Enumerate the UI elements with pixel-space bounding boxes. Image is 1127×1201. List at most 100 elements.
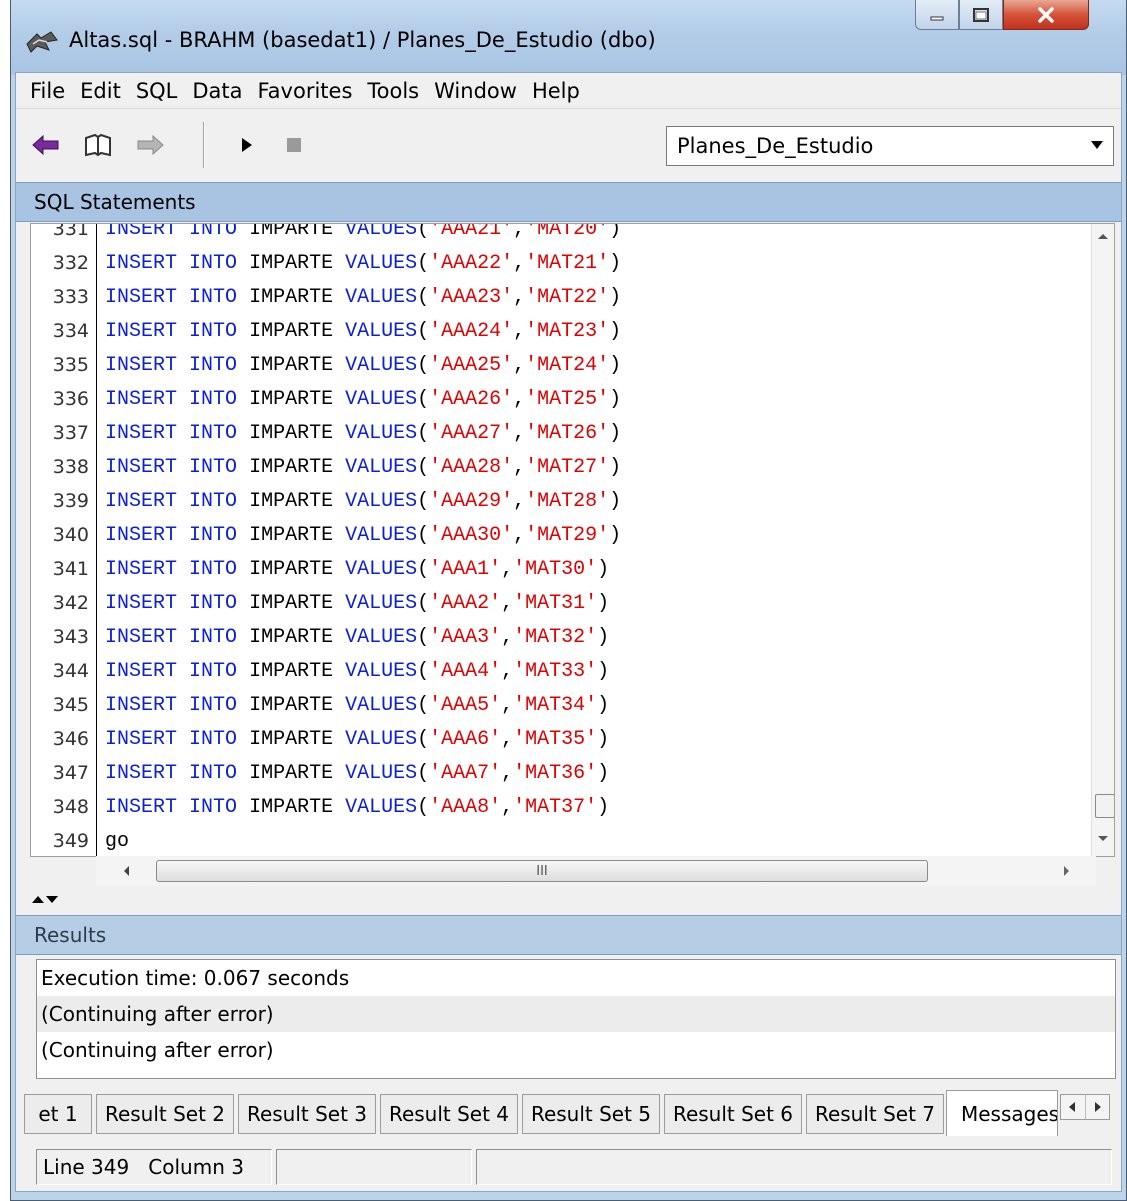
code-line[interactable]: 344 INSERT INTO IMPARTE VALUES('AAA4','MA…	[31, 654, 1091, 688]
chevron-down-icon[interactable]	[1091, 141, 1103, 149]
tab-result-set-6[interactable]: Result Set 6	[664, 1094, 802, 1134]
code-line[interactable]: 348 INSERT INTO IMPARTE VALUES('AAA8','MA…	[31, 790, 1091, 824]
back-button[interactable]	[30, 130, 62, 160]
code-line[interactable]: 332 INSERT INTO IMPARTE VALUES('AAA22','M…	[31, 246, 1091, 280]
line-number: 347	[52, 762, 89, 784]
sql-table-name: IMPARTE	[249, 659, 334, 683]
code-line[interactable]: 343 INSERT INTO IMPARTE VALUES('AAA3','MA…	[31, 620, 1091, 654]
code-text: INSERT INTO IMPARTE VALUES('AAA1','MAT30…	[105, 558, 609, 581]
scroll-up-icon[interactable]	[1098, 234, 1108, 239]
close-button[interactable]	[1003, 0, 1089, 30]
tab-messages[interactable]: Messages	[946, 1090, 1058, 1136]
tab-result-set-1[interactable]: et 1	[24, 1094, 92, 1134]
status-field-3	[476, 1149, 1112, 1185]
forward-button[interactable]	[134, 130, 166, 160]
bookmark-button[interactable]	[82, 130, 114, 160]
code-line[interactable]: 345 INSERT INTO IMPARTE VALUES('AAA5','MA…	[31, 688, 1091, 722]
sql-string: 'MAT28'	[525, 489, 610, 513]
code-line[interactable]: 333 INSERT INTO IMPARTE VALUES('AAA23','M…	[31, 280, 1091, 314]
sql-statements-header: SQL Statements	[16, 182, 1121, 222]
comma: ,	[513, 285, 526, 309]
tab-result-set-4[interactable]: Result Set 4	[380, 1094, 518, 1134]
menu-sql[interactable]: SQL	[136, 79, 178, 103]
minimize-button[interactable]	[915, 0, 959, 30]
paren-open: (	[417, 795, 430, 819]
toolbar: Planes_De_Estudio	[16, 110, 1121, 180]
tab-scroll-left-button[interactable]	[1061, 1095, 1086, 1119]
code-line[interactable]: 337 INSERT INTO IMPARTE VALUES('AAA27','M…	[31, 416, 1091, 450]
code-line[interactable]: 347 INSERT INTO IMPARTE VALUES('AAA7','MA…	[31, 756, 1091, 790]
line-number: 335	[52, 354, 89, 376]
stop-button[interactable]	[278, 130, 310, 160]
paren-open: (	[417, 387, 430, 411]
paren-open: (	[417, 761, 430, 785]
sql-keyword: INSERT	[105, 557, 178, 581]
sql-string: 'MAT34'	[513, 693, 598, 717]
scroll-left-icon[interactable]	[124, 866, 129, 876]
results-list[interactable]: Execution time: 0.067 seconds (Continuin…	[36, 959, 1116, 1079]
code-line[interactable]: 339 INSERT INTO IMPARTE VALUES('AAA29','M…	[31, 484, 1091, 518]
code-line[interactable]: 335 INSERT INTO IMPARTE VALUES('AAA25','M…	[31, 348, 1091, 382]
tab-result-set-3[interactable]: Result Set 3	[238, 1094, 376, 1134]
code-line[interactable]: 336 INSERT INTO IMPARTE VALUES('AAA26','M…	[31, 382, 1091, 416]
scroll-down-icon[interactable]	[1098, 836, 1108, 841]
horizontal-scroll-thumb[interactable]: III	[156, 860, 928, 882]
code-line[interactable]: 334 INSERT INTO IMPARTE VALUES('AAA24','M…	[31, 314, 1091, 348]
code-line[interactable]: 331 INSERT INTO IMPARTE VALUES('AAA21','M…	[31, 223, 1091, 246]
database-select-value: Planes_De_Estudio	[677, 134, 874, 158]
sql-keyword: INTO	[189, 285, 238, 309]
vertical-scrollbar[interactable]	[1091, 224, 1114, 856]
paren-open: (	[417, 727, 430, 751]
tab-result-set-7[interactable]: Result Set 7	[806, 1094, 944, 1134]
sql-string: 'AAA25'	[429, 353, 514, 377]
menu-help[interactable]: Help	[532, 79, 580, 103]
minimize-icon	[930, 16, 944, 20]
maximize-button[interactable]	[959, 0, 1003, 30]
code-line[interactable]: 349 go	[31, 824, 1091, 856]
code-line[interactable]: 346 INSERT INTO IMPARTE VALUES('AAA6','MA…	[31, 722, 1091, 756]
title-bar[interactable]: Altas.sql - BRAHM (basedat1) / Planes_De…	[11, 0, 1126, 75]
sql-keyword: INSERT	[105, 489, 178, 513]
run-button[interactable]	[230, 130, 262, 160]
code-line[interactable]: 341 INSERT INTO IMPARTE VALUES('AAA1','MA…	[31, 552, 1091, 586]
sql-string: 'MAT21'	[525, 251, 610, 275]
sql-string: 'AAA27'	[429, 421, 514, 445]
code-text: INSERT INTO IMPARTE VALUES('AAA6','MAT35…	[105, 728, 609, 751]
tab-scroll-buttons	[1060, 1094, 1110, 1120]
code-line[interactable]: 338 INSERT INTO IMPARTE VALUES('AAA28','M…	[31, 450, 1091, 484]
result-tabs: et 1 Result Set 2 Result Set 3 Result Se…	[24, 1088, 1121, 1136]
menu-file[interactable]: File	[30, 79, 65, 103]
sql-string: 'MAT27'	[525, 455, 610, 479]
scroll-right-icon[interactable]	[1064, 866, 1069, 876]
sql-keyword: INSERT	[105, 455, 178, 479]
database-select[interactable]: Planes_De_Estudio	[666, 126, 1114, 166]
vertical-scroll-thumb[interactable]	[1095, 794, 1114, 818]
menu-edit[interactable]: Edit	[80, 79, 121, 103]
splitter-handle-icon[interactable]	[30, 891, 60, 911]
comma: ,	[501, 557, 514, 581]
close-icon	[1038, 6, 1054, 23]
code-line[interactable]: 342 INSERT INTO IMPARTE VALUES('AAA2','MA…	[31, 586, 1091, 620]
tab-scroll-right-button[interactable]	[1086, 1095, 1110, 1119]
sql-table-name: IMPARTE	[249, 727, 334, 751]
sql-string: 'MAT26'	[525, 421, 610, 445]
sql-string: 'AAA21'	[429, 223, 514, 241]
code-line[interactable]: 340 INSERT INTO IMPARTE VALUES('AAA30','M…	[31, 518, 1091, 552]
menu-tools[interactable]: Tools	[367, 79, 419, 103]
menu-favorites[interactable]: Favorites	[258, 79, 353, 103]
menu-window[interactable]: Window	[434, 79, 517, 103]
tab-result-set-2[interactable]: Result Set 2	[96, 1094, 234, 1134]
sql-string: 'AAA7'	[429, 761, 502, 785]
line-number: 346	[52, 728, 89, 750]
sql-keyword: VALUES	[345, 727, 418, 751]
sql-keyword: VALUES	[345, 285, 418, 309]
paren-open: (	[417, 659, 430, 683]
sql-editor[interactable]: 331 INSERT INTO IMPARTE VALUES('AAA21','M…	[30, 223, 1115, 857]
sql-keyword: INTO	[189, 591, 238, 615]
menu-data[interactable]: Data	[192, 79, 242, 103]
tab-result-set-5[interactable]: Result Set 5	[522, 1094, 660, 1134]
horizontal-scrollbar[interactable]: III	[96, 856, 1096, 886]
sql-table-name: IMPARTE	[249, 489, 334, 513]
sql-string: 'MAT33'	[513, 659, 598, 683]
sql-keyword: INTO	[189, 251, 238, 275]
